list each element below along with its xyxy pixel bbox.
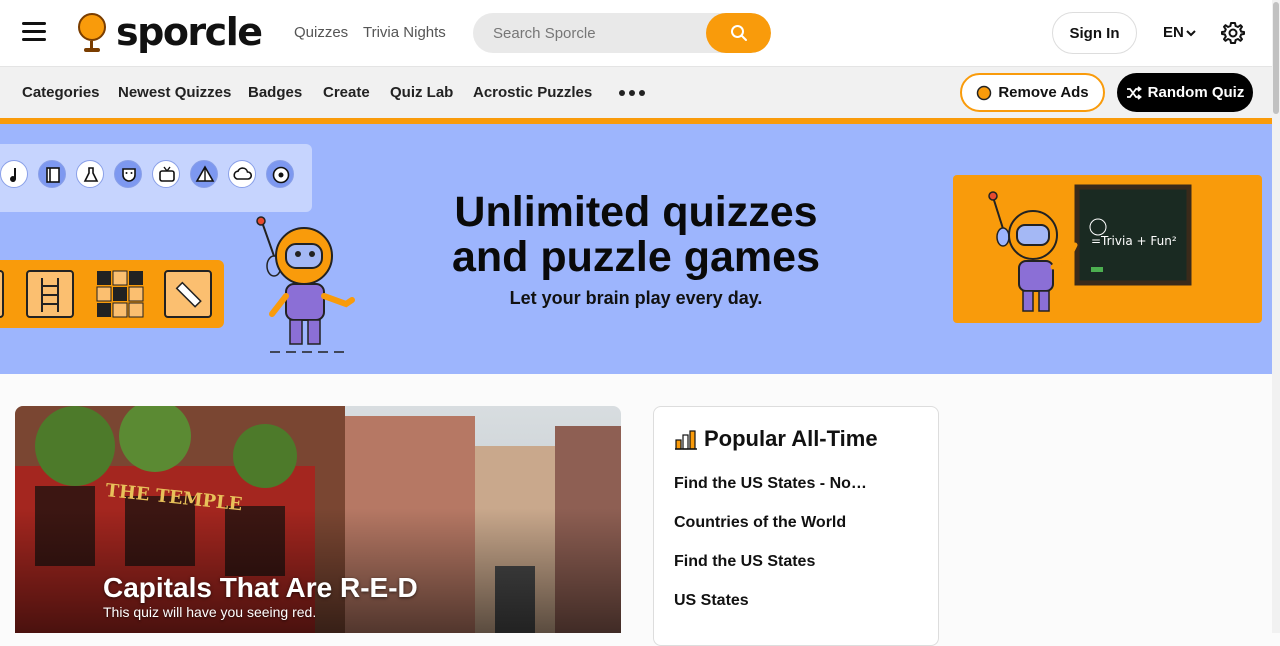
popular-all-time-panel: Popular All-Time Find the US States - No… (653, 406, 939, 646)
theater-masks-icon (114, 160, 142, 188)
hero-title-line2: and puzzle games (452, 233, 820, 281)
tv-icon (152, 160, 180, 188)
remove-ads-button[interactable]: Remove Ads (960, 73, 1105, 112)
quizzes-link[interactable]: Quizzes (294, 24, 348, 41)
hero-title: Unlimited quizzes and puzzle games (400, 190, 872, 280)
hero-teacher-card: =Trivia + Fun² (953, 175, 1262, 323)
popular-item-4[interactable]: US States (674, 592, 749, 610)
logo-mark-icon (76, 11, 108, 53)
featured-quiz-card[interactable]: THE TEMPLE Capitals That Are R-E-D This … (15, 406, 621, 633)
book-icon (38, 160, 66, 188)
language-selector[interactable]: EN (1163, 24, 1196, 41)
mascot-chalkboard-icon: =Trivia + Fun² (988, 184, 1192, 312)
random-quiz-button[interactable]: Random Quiz (1117, 73, 1253, 112)
pyramid-icon (190, 160, 218, 188)
music-icon (0, 160, 28, 188)
trivia-nights-link[interactable]: Trivia Nights (363, 24, 446, 41)
popular-heading: Popular All-Time (674, 426, 878, 452)
popular-item-2[interactable]: Countries of the World (674, 514, 846, 532)
nav-quiz-lab[interactable]: Quiz Lab (390, 84, 453, 101)
more-menu-icon[interactable] (619, 90, 645, 96)
search-button[interactable] (706, 13, 771, 53)
hero-title-line1: Unlimited quizzes (454, 188, 818, 236)
popular-item-1[interactable]: Find the US States - No… (674, 475, 867, 493)
search-icon (730, 25, 747, 41)
gear-icon[interactable] (1220, 20, 1246, 46)
grid-puzzle-icon (96, 270, 144, 318)
search-input[interactable] (473, 13, 713, 53)
language-label: EN (1163, 24, 1184, 41)
logo-text: sporcle (116, 10, 263, 54)
hero-banner[interactable]: Unlimited quizzes and puzzle games Let y… (0, 124, 1272, 374)
chevron-down-icon (1186, 29, 1196, 36)
sporcle-logo[interactable]: sporcle (76, 10, 263, 54)
hero-subtitle: Let your brain play every day. (509, 288, 763, 308)
top-header: sporcle Quizzes Trivia Nights Sign In EN (0, 0, 1272, 66)
search-box (473, 13, 771, 53)
chalkboard-text: =Trivia + Fun² (1091, 234, 1177, 248)
orange-ball-icon (977, 85, 992, 100)
random-quiz-label: Random Quiz (1147, 84, 1245, 101)
featured-quiz-title[interactable]: Capitals That Are R-E-D (103, 572, 418, 604)
nav-acrostic-puzzles[interactable]: Acrostic Puzzles (473, 84, 592, 101)
category-icon-strip (0, 144, 312, 212)
popular-heading-label: Popular All-Time (704, 426, 878, 451)
sign-in-button[interactable]: Sign In (1052, 12, 1137, 54)
scrollbar-thumb[interactable] (1273, 2, 1279, 114)
nav-categories[interactable]: Categories (22, 84, 100, 101)
popular-item-3[interactable]: Find the US States (674, 553, 815, 571)
puzzle-fragment-icon (0, 270, 4, 318)
ladder-puzzle-icon (26, 270, 74, 318)
nav-badges[interactable]: Badges (248, 84, 302, 101)
trophy-chart-icon (675, 430, 697, 450)
word-search-icon (164, 270, 212, 318)
page-scrollbar[interactable] (1272, 0, 1280, 633)
cloud-icon (228, 160, 256, 188)
flask-icon (76, 160, 104, 188)
nav-newest-quizzes[interactable]: Newest Quizzes (118, 84, 231, 101)
remove-ads-label: Remove Ads (998, 84, 1089, 101)
shuffle-icon (1126, 85, 1142, 100)
nav-create[interactable]: Create (323, 84, 370, 101)
menu-icon[interactable] (22, 22, 46, 42)
soccer-ball-icon (266, 160, 294, 188)
mascot-astronaut-icon (256, 216, 355, 353)
featured-quiz-subtitle: This quiz will have you seeing red. (103, 604, 317, 620)
puzzle-icon-strip (0, 260, 224, 328)
category-nav: Categories Newest Quizzes Badges Create … (0, 66, 1272, 118)
